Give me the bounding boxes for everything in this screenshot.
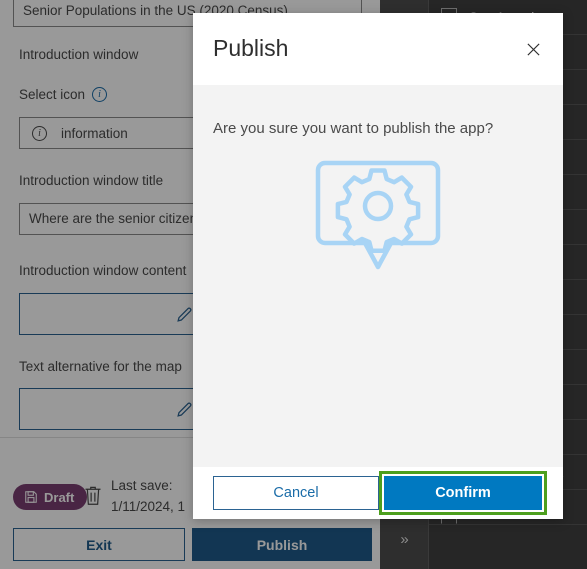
introduction-window-title-label: Introduction window title	[19, 173, 164, 188]
close-icon[interactable]	[521, 37, 545, 61]
select-icon-value: information	[61, 125, 128, 141]
information-icon: i	[32, 125, 47, 141]
confirm-button-highlight: Confirm	[379, 471, 547, 515]
publish-button[interactable]: Publish	[192, 528, 372, 561]
dialog-title: Publish	[213, 35, 289, 61]
double-chevron-right-icon[interactable]: »	[388, 527, 420, 553]
select-icon-label-text: Select icon	[19, 87, 86, 102]
dialog-body: Are you sure you want to publish the app…	[193, 85, 563, 467]
app-window: » San Antonio Tallahassee, FL Atlanta, G…	[0, 0, 587, 569]
status-badge-label: Draft	[44, 489, 75, 505]
dialog-message: Are you sure you want to publish the app…	[213, 120, 494, 137]
publish-dialog: Publish Are you sure you want to publish…	[193, 13, 563, 519]
status-badge[interactable]: Draft	[13, 484, 88, 510]
confirm-button[interactable]: Confirm	[384, 476, 542, 510]
dialog-footer: Cancel Confirm	[193, 467, 563, 519]
gear-speech-bubble-icon	[315, 160, 441, 270]
cancel-button[interactable]: Cancel	[213, 476, 379, 510]
text-alternative-label: Text alternative for the map	[19, 359, 182, 374]
last-save-label: Last save:	[111, 478, 173, 493]
exit-button[interactable]: Exit	[13, 528, 185, 561]
last-save-info: Last save: 1/11/2024, 1	[111, 475, 185, 517]
trash-icon[interactable]	[84, 485, 102, 507]
introduction-window-content-label: Introduction window content	[19, 263, 187, 278]
pencil-icon[interactable]	[175, 400, 194, 419]
last-save-value: 1/11/2024, 1	[111, 499, 186, 514]
dialog-header: Publish	[193, 13, 563, 85]
select-icon-label: Select icon i	[19, 87, 108, 102]
introduction-window-section-label: Introduction window	[19, 47, 139, 62]
save-disk-icon	[25, 491, 37, 503]
info-icon[interactable]: i	[92, 87, 108, 102]
pencil-icon[interactable]	[175, 305, 194, 324]
